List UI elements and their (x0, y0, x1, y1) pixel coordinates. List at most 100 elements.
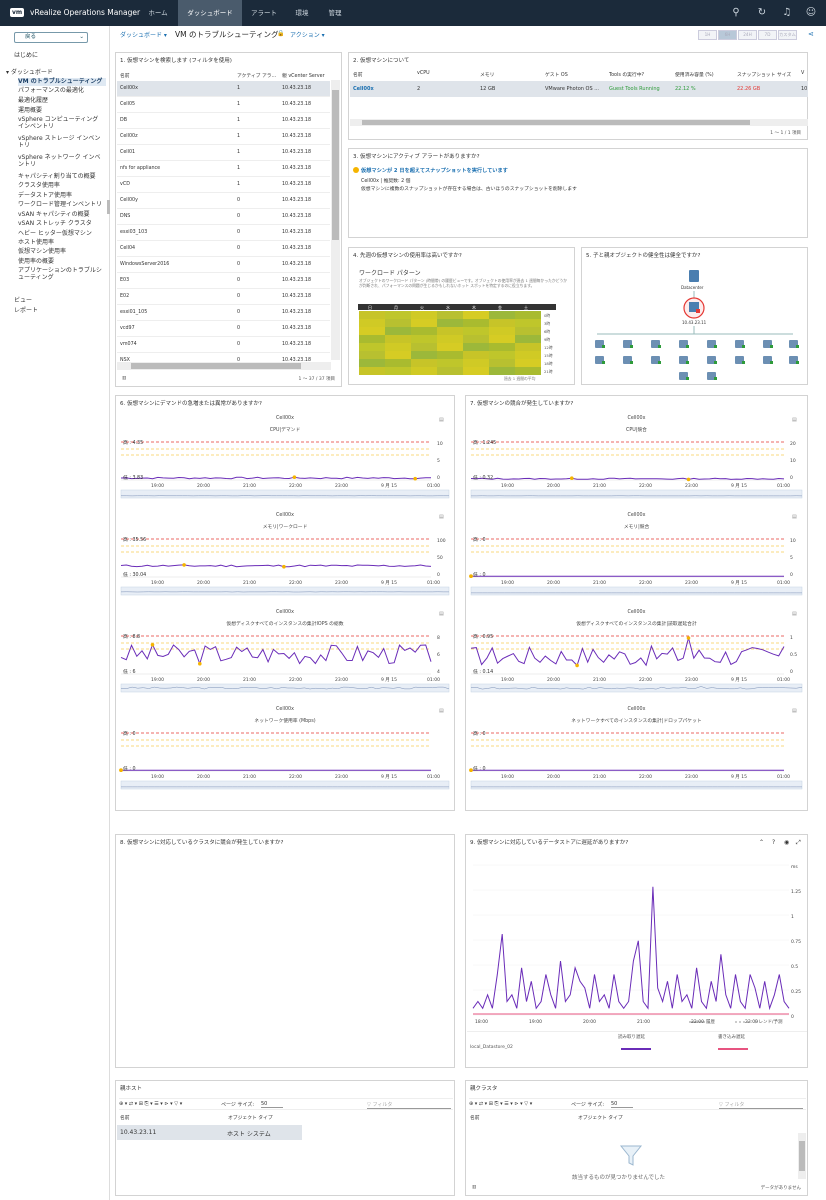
heatmap-cell[interactable] (489, 351, 515, 359)
metric-series-line[interactable] (120, 564, 432, 568)
horizontal-scrollbar[interactable] (350, 119, 808, 126)
col-header-type[interactable]: オブジェクト タイプ (228, 1114, 273, 1121)
heatmap-cell[interactable] (489, 311, 515, 319)
table-row[interactable]: Cell00y 0 10.43.23.18 (117, 193, 330, 209)
back-button[interactable]: 戻る ⌄ (14, 32, 88, 43)
time-button[interactable]: カスタム (778, 30, 797, 40)
table-row[interactable]: E02 0 10.43.23.18 (117, 289, 330, 305)
col-header[interactable]: スナップショット サイズ (737, 71, 791, 78)
heatmap-cell[interactable] (489, 343, 515, 351)
table-row[interactable]: Cell00z 1 10.43.23.18 (117, 129, 330, 145)
vertical-scrollbar[interactable] (331, 80, 340, 360)
col-header[interactable]: 名前 (353, 71, 363, 78)
heatmap-cell[interactable] (359, 319, 385, 327)
sidebar-item[interactable]: パフォーマンスの最適化 (18, 87, 106, 95)
time-navigator[interactable] (470, 586, 803, 596)
col-write-latency[interactable]: 書き込み遅延 (718, 1034, 745, 1040)
heatmap-cell[interactable] (463, 343, 489, 351)
sidebar-resize-handle[interactable] (107, 200, 110, 214)
heatmap-cell[interactable] (359, 367, 385, 375)
heatmap-cell[interactable] (463, 335, 489, 343)
nav-alerts[interactable]: アラート (244, 0, 284, 26)
peak-marker[interactable] (292, 475, 297, 479)
time-navigator[interactable] (120, 586, 450, 596)
time-button[interactable]: 6H (718, 30, 737, 40)
time-button[interactable]: 7D (758, 30, 777, 40)
table-row[interactable]: DNS 0 10.43.23.18 (117, 209, 330, 225)
column-toggle-icon[interactable]: ▥ (122, 376, 126, 381)
page-size-select[interactable]: 50 (261, 1101, 283, 1108)
peak-marker[interactable] (686, 636, 691, 640)
table-row[interactable]: DB 1 10.43.23.18 (117, 113, 330, 129)
eye-icon[interactable]: ◉ (784, 839, 789, 846)
nav-home[interactable]: ホーム (140, 0, 176, 26)
table-row[interactable]: Cell04 0 10.43.23.18 (117, 241, 330, 257)
nav-environment[interactable]: 環境 (286, 0, 318, 26)
peak-marker[interactable] (198, 661, 202, 666)
time-navigator[interactable] (470, 683, 803, 693)
sidebar-item[interactable]: vSphere ストレージ インベントリ (18, 135, 106, 153)
heatmap-cell[interactable] (463, 311, 489, 319)
filter-input[interactable]: ▽ フィルタ (719, 1101, 803, 1109)
heatmap-cell[interactable] (411, 367, 437, 375)
heatmap-cell[interactable] (515, 335, 541, 343)
heatmap-cell[interactable] (437, 319, 463, 327)
heatmap-cell[interactable] (359, 335, 385, 343)
sidebar-item[interactable]: vSphere コンピューティング インベントリ (18, 116, 106, 134)
heatmap-cell[interactable] (411, 319, 437, 327)
heatmap-cell[interactable] (515, 359, 541, 367)
heatmap-cell[interactable] (437, 343, 463, 351)
peak-marker[interactable] (686, 477, 691, 482)
table-row[interactable]: Cell01 1 10.43.23.18 (117, 145, 330, 161)
heatmap-cell[interactable] (489, 359, 515, 367)
sidebar-item[interactable]: クラスタ使用率 (18, 182, 106, 190)
heatmap-cell[interactable] (385, 319, 411, 327)
datacenter-icon[interactable] (689, 270, 699, 282)
column-toggle-icon[interactable]: ▥ (472, 1185, 476, 1190)
table-row[interactable]: esxi03_103 0 10.43.23.18 (117, 225, 330, 241)
col-header-name[interactable]: 名前 (120, 72, 130, 79)
col-header[interactable]: V (801, 71, 804, 76)
col-header-name[interactable]: 名前 (470, 1114, 480, 1121)
heatmap-cell[interactable] (411, 311, 437, 319)
metric-series-line[interactable] (120, 476, 432, 480)
heatmap-cell[interactable] (385, 367, 411, 375)
time-navigator[interactable] (120, 780, 450, 790)
sidebar-item[interactable]: 運用概要 (18, 107, 106, 115)
heatmap-cell[interactable] (411, 335, 437, 343)
sidebar-item[interactable]: データストア使用率 (18, 192, 106, 200)
table-row[interactable]: nfs for appliance 1 10.43.23.18 (117, 161, 330, 177)
peak-marker[interactable] (182, 563, 186, 567)
heatmap-cell[interactable] (411, 327, 437, 335)
share-icon[interactable]: ⋖ (808, 30, 814, 38)
nav-admin[interactable]: 管理 (320, 0, 350, 26)
table-row[interactable]: vCD 1 10.43.23.18 (117, 177, 330, 193)
sidebar-item[interactable]: 仮想マシン使用率 (18, 248, 106, 256)
table-row[interactable]: Cell05 1 10.43.23.18 (117, 97, 330, 113)
heatmap-cell[interactable] (515, 351, 541, 359)
bell-icon[interactable]: ♫ (781, 7, 793, 19)
actions-menu[interactable]: アクション ▾ (290, 30, 325, 39)
heatmap-cell[interactable] (463, 319, 489, 327)
peak-marker[interactable] (570, 476, 574, 480)
heatmap-cell[interactable] (411, 343, 437, 351)
col-header-vcenter[interactable]: 親 vCenter Server (282, 72, 325, 79)
col-header[interactable]: vCPU (417, 71, 430, 76)
sidebar-item[interactable]: vSAN キャパシティの概要 (18, 211, 106, 219)
col-header-type[interactable]: オブジェクト タイプ (578, 1114, 623, 1121)
heatmap-cell[interactable] (437, 359, 463, 367)
heatmap-cell[interactable] (359, 343, 385, 351)
heatmap-cell[interactable] (359, 327, 385, 335)
heatmap-cell[interactable] (489, 319, 515, 327)
heatmap-cell[interactable] (359, 351, 385, 359)
sidebar-item[interactable]: ホスト使用率 (18, 239, 106, 247)
heatmap-cell[interactable] (489, 335, 515, 343)
sidebar-views[interactable]: ビュー (14, 297, 32, 304)
col-header[interactable]: 使用済み容量 (%) (675, 71, 714, 78)
heatmap-cell[interactable] (515, 367, 541, 375)
alert-name[interactable]: 仮想マシンが 2 日を超えてスナップショットを実行しています (361, 167, 508, 174)
heatmap-cell[interactable] (515, 327, 541, 335)
sidebar-item[interactable]: ワークロード管理インベントリ (18, 201, 106, 209)
search-icon[interactable]: ⚲ (730, 7, 742, 19)
table-row[interactable]: vcd97 0 10.43.23.18 (117, 321, 330, 337)
